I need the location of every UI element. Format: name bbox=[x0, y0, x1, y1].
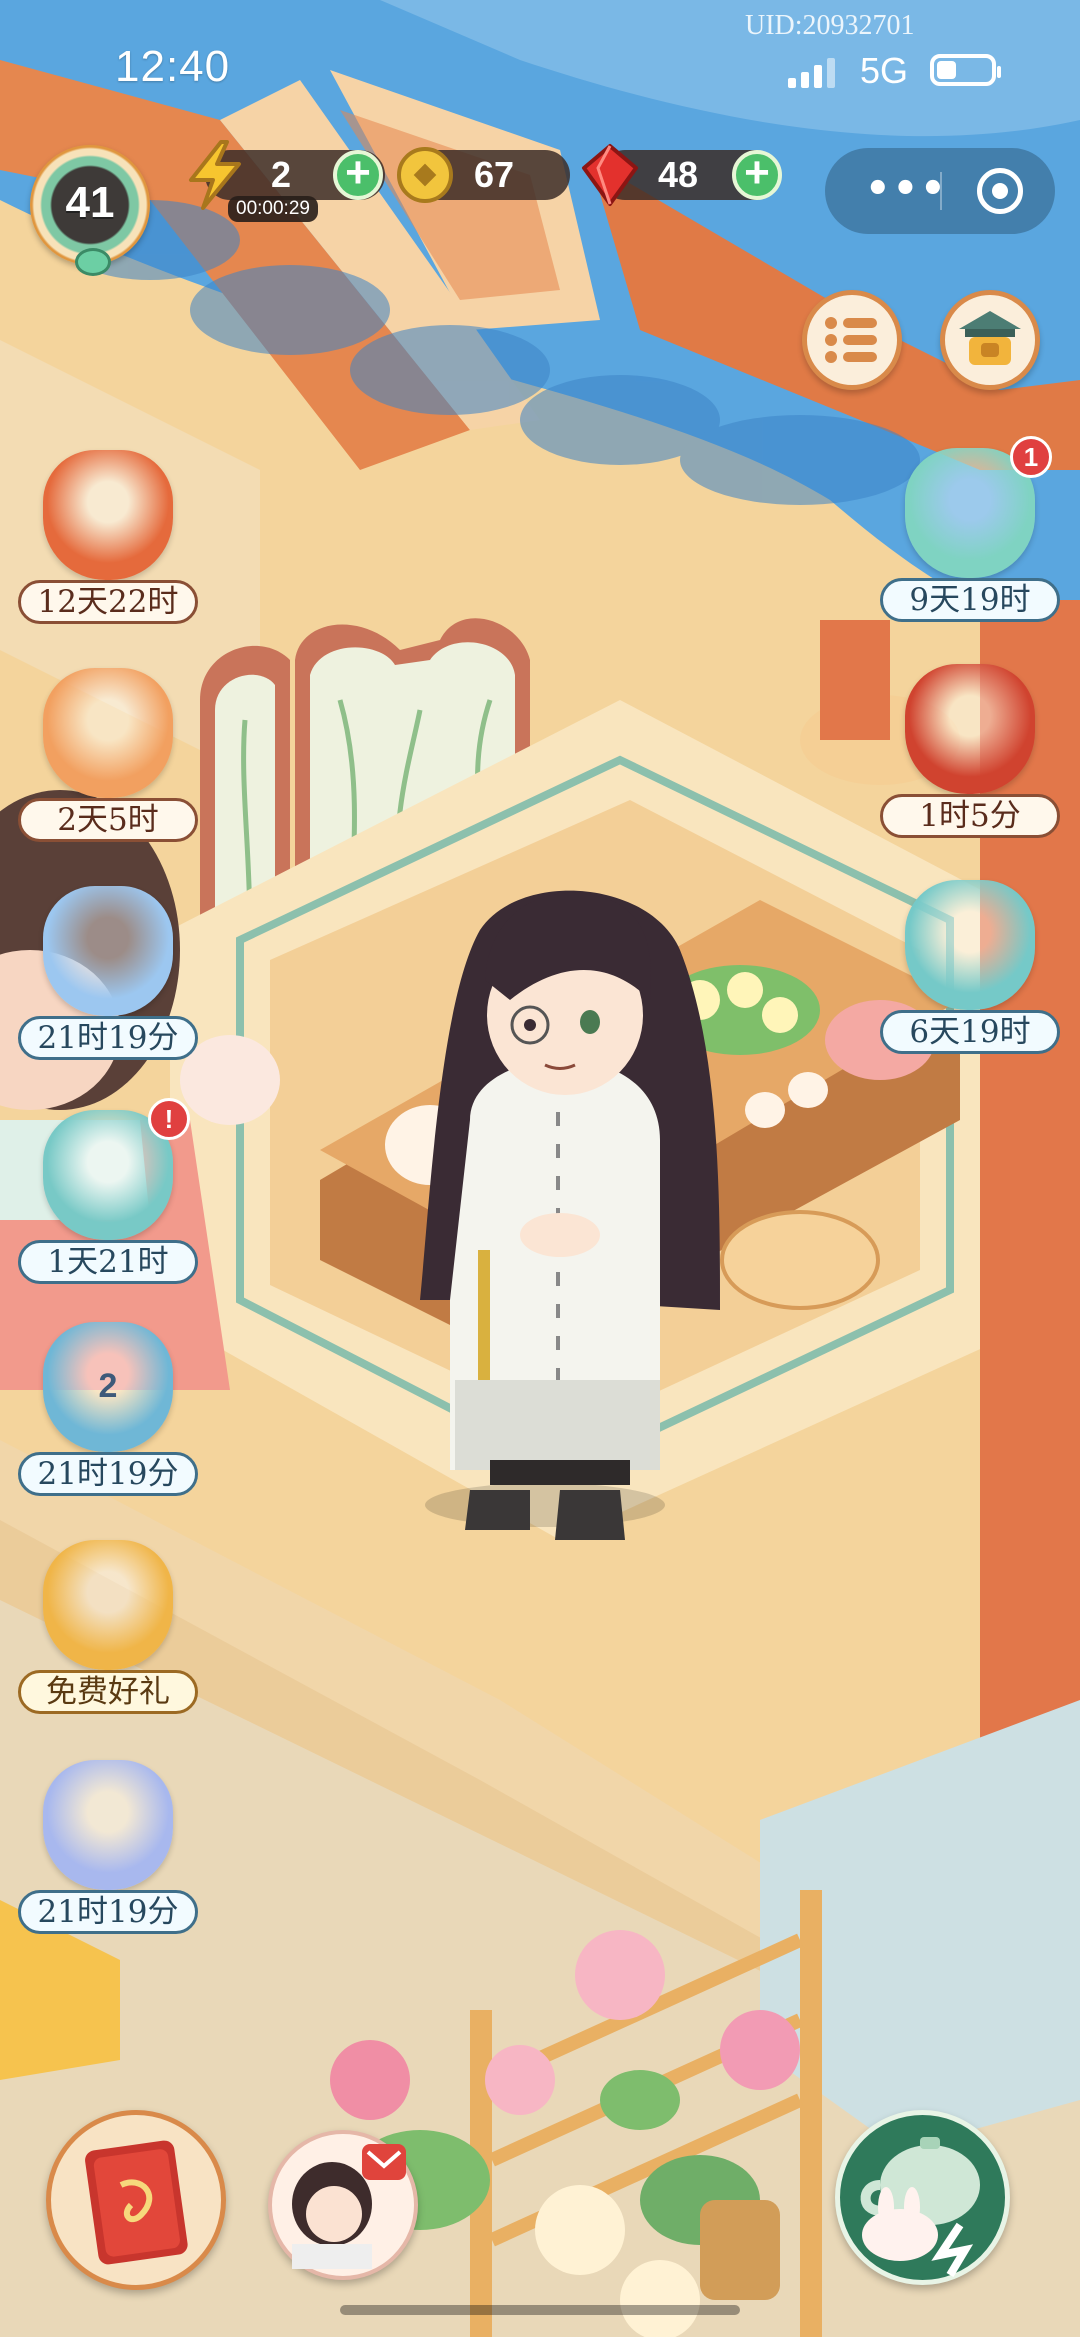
coin-icon bbox=[397, 147, 453, 203]
player-level-badge[interactable]: 41 bbox=[20, 140, 160, 290]
signal-icon bbox=[788, 58, 835, 88]
event-timer-label: 免费好礼 bbox=[18, 1670, 198, 1714]
gems-value: 48 bbox=[658, 154, 699, 195]
miniprogram-capsule: ••• bbox=[825, 148, 1055, 234]
red-gem-icon bbox=[582, 144, 638, 206]
menu-list-button[interactable] bbox=[802, 290, 902, 390]
alert-badge: ! bbox=[148, 1098, 190, 1140]
notification-badge: 1 bbox=[1010, 436, 1052, 478]
event-timer-label: 9天19时 bbox=[880, 578, 1060, 622]
menu-list-icon bbox=[825, 317, 877, 363]
red-book-button[interactable] bbox=[46, 2110, 226, 2290]
network-label: 5G bbox=[860, 50, 909, 91]
event-timer-label: 21时19分 bbox=[18, 1890, 198, 1934]
energy-add-button[interactable]: + bbox=[333, 150, 383, 200]
shop-button[interactable] bbox=[940, 290, 1040, 390]
gift-lantern-icon bbox=[43, 1540, 173, 1670]
red-book-icon bbox=[85, 2140, 188, 2265]
coins-value: 67 bbox=[474, 154, 515, 195]
uid-label: UID:20932701 bbox=[745, 10, 915, 41]
player-level: 41 bbox=[65, 178, 115, 227]
shop-gate-icon bbox=[959, 311, 1021, 365]
event-timer-label: 12天22时 bbox=[18, 580, 198, 624]
event-count: 2 bbox=[98, 1367, 118, 1405]
battery-icon bbox=[930, 54, 1001, 86]
character-mail-icon bbox=[292, 2144, 406, 2269]
more-options-icon[interactable]: ••• bbox=[865, 166, 948, 212]
event-timer-label: 21时19分 bbox=[18, 1016, 198, 1060]
home-indicator[interactable] bbox=[340, 2305, 740, 2315]
character-mail-button[interactable] bbox=[268, 2130, 418, 2280]
gift-cat-icon bbox=[905, 880, 1035, 1010]
book-scroll-icon bbox=[43, 450, 173, 580]
gems-add-button[interactable]: + bbox=[732, 150, 782, 200]
jade-gem-icon bbox=[75, 248, 111, 276]
event-timer-label: 2天5时 bbox=[18, 798, 198, 842]
teapot-bunny-icon bbox=[860, 2137, 980, 2278]
energy-timer: 00:00:29 bbox=[228, 196, 318, 222]
close-target-icon[interactable] bbox=[977, 168, 1023, 214]
treasure-chest-icon bbox=[43, 668, 173, 798]
event-timer-label: 1天21时 bbox=[18, 1240, 198, 1284]
snow-cat-icon bbox=[43, 886, 173, 1016]
status-time: 12:40 bbox=[115, 42, 231, 91]
game-scene[interactable]: UID:20932701 12:40 5G 41 2 + 00:00:29 67… bbox=[0, 0, 1080, 2337]
teapot-bunny-button[interactable] bbox=[835, 2110, 1010, 2285]
event-timer-label: 21时19分 bbox=[18, 1452, 198, 1496]
blue-hat-icon bbox=[43, 1760, 173, 1890]
red-box-icon bbox=[905, 664, 1035, 794]
event-timer-label: 1时5分 bbox=[880, 794, 1060, 838]
energy-value: 2 bbox=[271, 154, 292, 195]
event-timer-label: 6天19时 bbox=[880, 1010, 1060, 1054]
